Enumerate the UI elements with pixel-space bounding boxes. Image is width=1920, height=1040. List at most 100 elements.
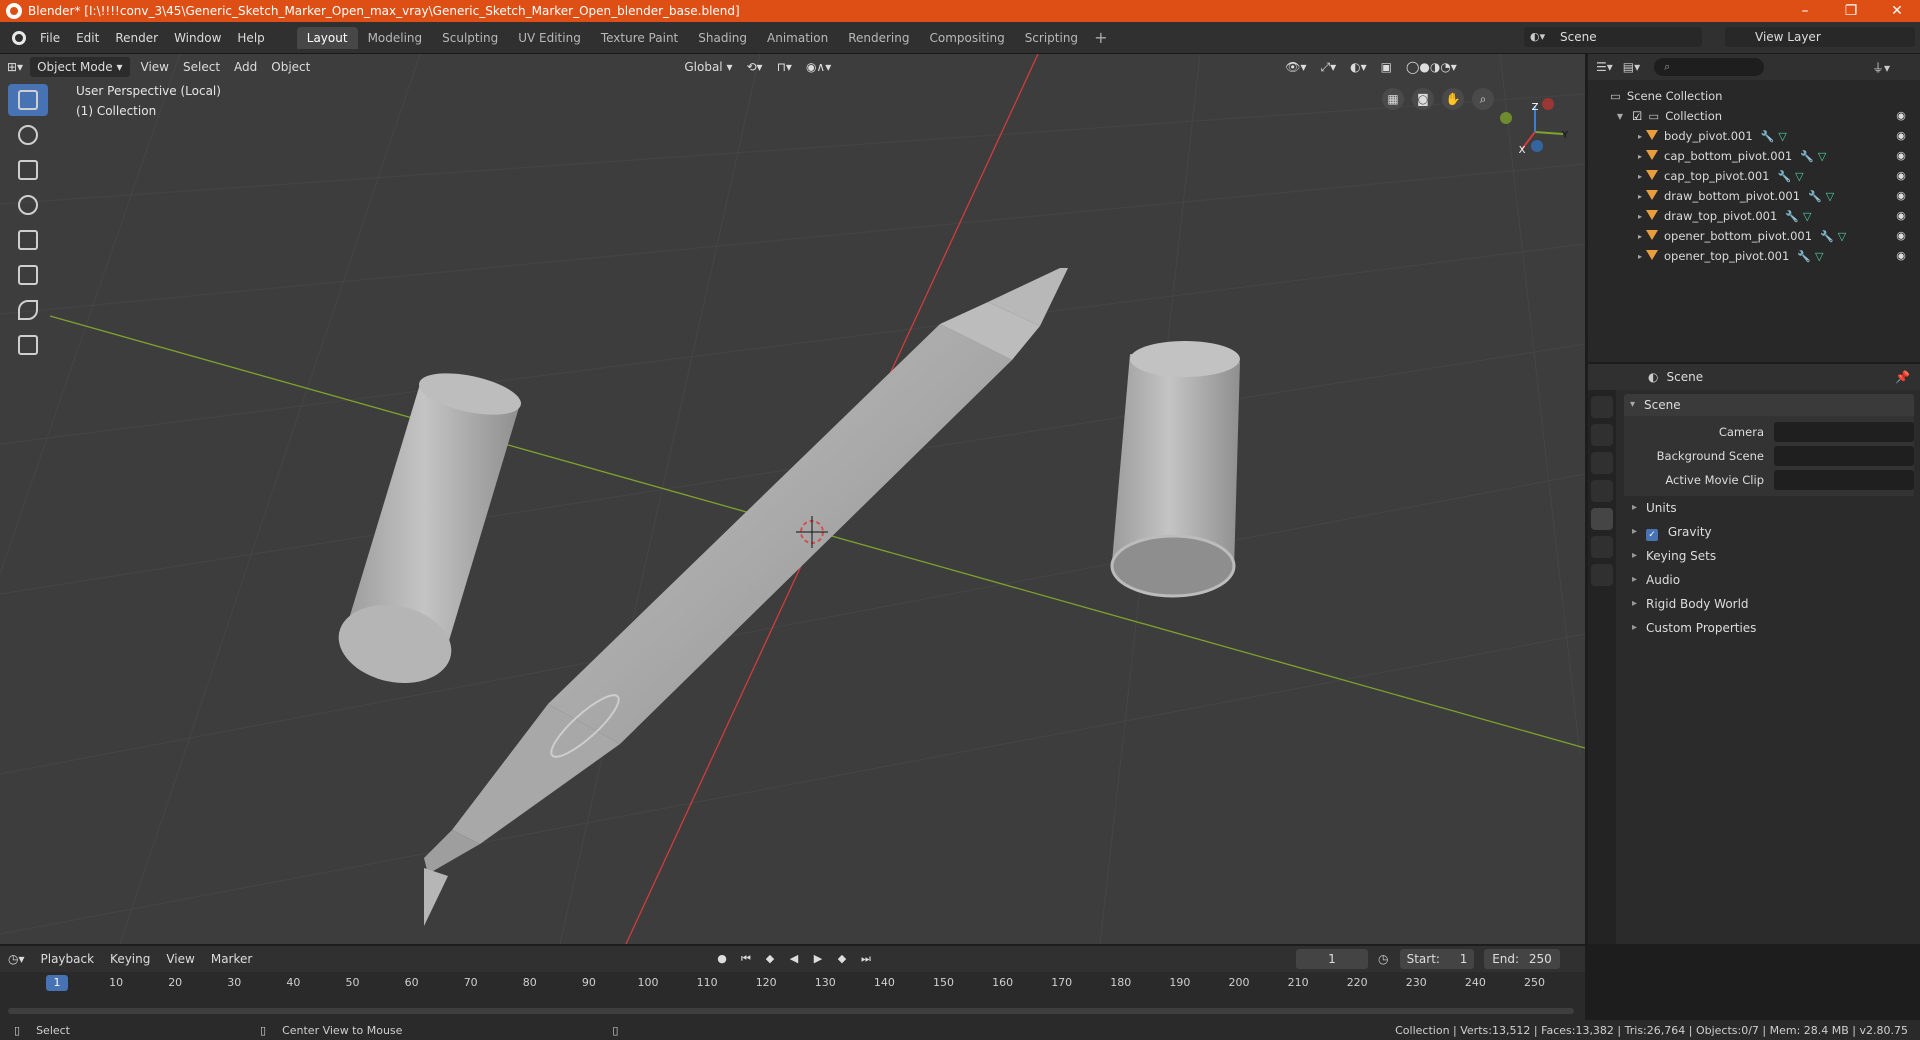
collection-checkbox[interactable]: ☑ (1632, 109, 1642, 123)
expand-arrow-icon[interactable]: ▸ (1634, 192, 1646, 201)
tab-modeling[interactable]: Modeling (358, 27, 433, 49)
tab-compositing[interactable]: Compositing (919, 27, 1014, 49)
play-reverse-icon[interactable]: ◀ (784, 949, 804, 969)
audio-panel[interactable]: Audio (1624, 568, 1914, 592)
background-scene-input[interactable] (1774, 446, 1914, 466)
prev-keyframe-icon[interactable]: ◆ (760, 949, 780, 969)
keying-sets-panel[interactable]: Keying Sets (1624, 544, 1914, 568)
pan-hand-icon[interactable]: ✋ (1442, 88, 1464, 110)
menu-help[interactable]: Help (229, 27, 272, 49)
gizmo-y-label[interactable]: Y (1561, 130, 1569, 141)
snap-icon[interactable]: ⊓▾ (770, 57, 799, 77)
expand-arrow-icon[interactable]: ▸ (1634, 232, 1646, 241)
active-movie-clip-input[interactable] (1774, 470, 1914, 490)
outliner-object-row[interactable]: ▸ opener_bottom_pivot.001 🔧 ▽ ◉ (1588, 226, 1920, 246)
gizmo-x-label[interactable]: X (1519, 145, 1526, 156)
outliner-object-row[interactable]: ▸ opener_top_pivot.001 🔧 ▽ ◉ (1588, 246, 1920, 266)
timeline-view-menu[interactable]: View (158, 952, 202, 966)
timeline-scrollbar[interactable] (8, 1008, 1574, 1014)
eye-icon[interactable]: ◉ (1894, 109, 1908, 123)
tab-uv-editing[interactable]: UV Editing (508, 27, 591, 49)
blender-menu-icon[interactable] (6, 27, 32, 49)
view-layer-selector[interactable]: View Layer (1725, 27, 1915, 47)
start-frame-field[interactable]: Start: 1 (1400, 949, 1474, 969)
tab-animation[interactable]: Animation (757, 27, 838, 49)
annotate-tool-icon[interactable] (8, 294, 48, 326)
expand-arrow-icon[interactable]: ▼ (1614, 112, 1626, 121)
eye-icon[interactable]: ◉ (1894, 229, 1908, 243)
3d-viewport[interactable]: X Y Z ⊞▾ Object Mode ▾ View Select Add O… (0, 54, 1585, 944)
modifier-icon[interactable]: 🔧 (1808, 190, 1822, 203)
expand-arrow-icon[interactable]: ▸ (1634, 132, 1646, 141)
menu-file[interactable]: File (32, 27, 68, 49)
scene-tab-icon[interactable] (1591, 508, 1613, 530)
gravity-checkbox[interactable]: ✓ (1646, 529, 1658, 541)
collection-row[interactable]: ▼ ☑ ▭ Collection ◉ (1588, 106, 1920, 126)
gizmo-toggle-icon[interactable]: ⤢▾ (1314, 57, 1344, 77)
scene-selector[interactable]: ◐▾ Scene (1524, 27, 1702, 47)
transform-orientation-dropdown[interactable]: Global ▾ (677, 57, 739, 77)
viewport-menu-view[interactable]: View (134, 57, 176, 77)
tool-tab-icon[interactable] (1591, 396, 1613, 418)
eye-icon[interactable]: ◉ (1894, 129, 1908, 143)
camera-view-icon[interactable]: ◙ (1412, 88, 1434, 110)
object-mode-dropdown[interactable]: Object Mode ▾ (30, 57, 130, 77)
mesh-data-icon[interactable]: ▽ (1815, 250, 1823, 263)
overlay-toggle-icon[interactable]: ◐▾ (1343, 57, 1374, 77)
filter-icon[interactable]: ⏚▾ (1872, 59, 1890, 76)
custom-properties-panel[interactable]: Custom Properties (1624, 616, 1914, 640)
tab-scripting[interactable]: Scripting (1015, 27, 1088, 49)
mesh-data-icon[interactable]: ▽ (1818, 150, 1826, 163)
outliner-object-row[interactable]: ▸ draw_top_pivot.001 🔧 ▽ ◉ (1588, 206, 1920, 226)
outliner-object-row[interactable]: ▸ cap_top_pivot.001 🔧 ▽ ◉ (1588, 166, 1920, 186)
select-box-tool-icon[interactable] (8, 84, 48, 116)
mesh-data-icon[interactable]: ▽ (1795, 170, 1803, 183)
outliner-search-input[interactable]: ⌕ (1654, 58, 1765, 76)
eye-icon[interactable]: ◉ (1894, 149, 1908, 163)
minimize-button[interactable]: – (1782, 3, 1828, 19)
tab-texture-paint[interactable]: Texture Paint (591, 27, 688, 49)
modifier-icon[interactable]: 🔧 (1797, 250, 1811, 263)
shading-modes-icon[interactable]: ◯●◑◔▾ (1399, 57, 1464, 77)
grid-view-icon[interactable]: ▦ (1382, 88, 1404, 110)
timeline-ruler[interactable]: 1 10 20 30 40 50 60 70 80 90 100 110 120 130 140 150 16… (0, 972, 1585, 994)
eye-icon[interactable]: ◉ (1894, 249, 1908, 263)
outliner-object-row[interactable]: ▸ cap_bottom_pivot.001 🔧 ▽ ◉ (1588, 146, 1920, 166)
mesh-data-icon[interactable]: ▽ (1778, 130, 1786, 143)
scale-tool-icon[interactable] (8, 224, 48, 256)
menu-window[interactable]: Window (166, 27, 229, 49)
play-icon[interactable]: ▶ (808, 949, 828, 969)
menu-edit[interactable]: Edit (68, 27, 107, 49)
measure-tool-icon[interactable] (8, 329, 48, 361)
move-tool-icon[interactable] (8, 154, 48, 186)
zoom-icon[interactable]: ⌕ (1472, 88, 1494, 110)
jump-start-icon[interactable]: ⏮ (736, 949, 756, 969)
pivot-icon[interactable]: ⟲▾ (739, 57, 769, 77)
playback-menu[interactable]: Playback (33, 952, 103, 966)
units-panel[interactable]: Units (1624, 496, 1914, 520)
close-button[interactable]: ✕ (1874, 3, 1920, 19)
current-frame-input[interactable]: 1 (1296, 949, 1368, 969)
mesh-data-icon[interactable]: ▽ (1803, 210, 1811, 223)
output-tab-icon[interactable] (1591, 452, 1613, 474)
scene-collection-row[interactable]: ▭ Scene Collection (1588, 86, 1920, 106)
jump-end-icon[interactable]: ⏭ (856, 949, 876, 969)
tab-sculpting[interactable]: Sculpting (432, 27, 508, 49)
scene-panel-header[interactable]: Scene (1624, 394, 1914, 416)
cursor-tool-icon[interactable] (8, 119, 48, 151)
visibility-icon[interactable]: 👁▾ (1278, 57, 1313, 77)
timeline-editor-icon[interactable]: ◷▾ (0, 952, 33, 966)
rotate-tool-icon[interactable] (8, 189, 48, 221)
next-keyframe-icon[interactable]: ◆ (832, 949, 852, 969)
outliner-object-row[interactable]: ▸ body_pivot.001 🔧 ▽ ◉ (1588, 126, 1920, 146)
tab-shading[interactable]: Shading (688, 27, 757, 49)
render-tab-icon[interactable] (1591, 424, 1613, 446)
mesh-data-icon[interactable]: ▽ (1826, 190, 1834, 203)
texture-tab-icon[interactable] (1591, 564, 1613, 586)
proportional-edit-icon[interactable]: ◉∧▾ (799, 57, 838, 77)
maximize-button[interactable]: ❐ (1828, 3, 1874, 19)
view-layer-tab-icon[interactable] (1591, 480, 1613, 502)
modifier-icon[interactable]: 🔧 (1820, 230, 1834, 243)
eye-icon[interactable]: ◉ (1894, 189, 1908, 203)
tab-layout[interactable]: Layout (296, 26, 358, 49)
